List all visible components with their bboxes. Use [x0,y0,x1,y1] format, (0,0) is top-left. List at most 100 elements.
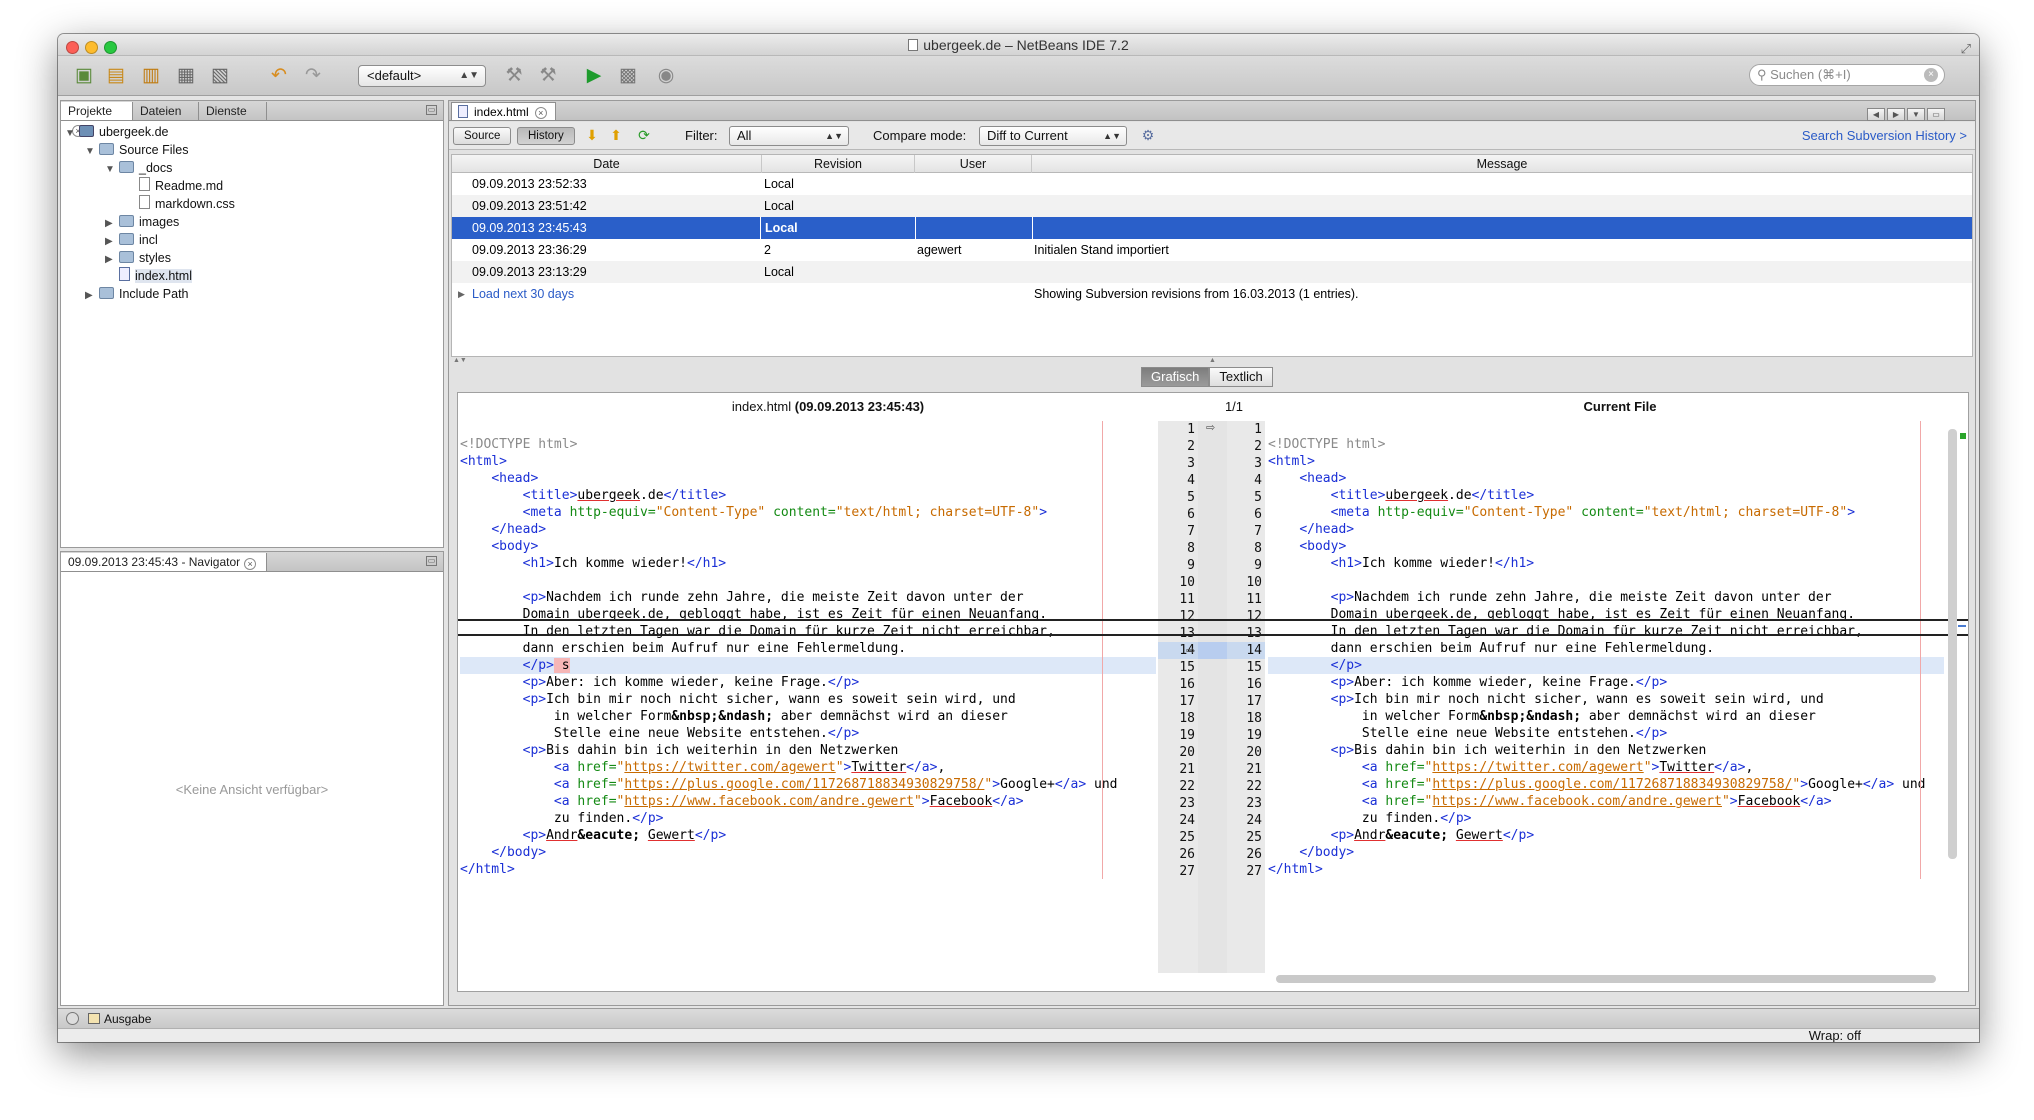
change-stripe-marker[interactable] [1958,625,1966,627]
tree-item-incl[interactable]: ▶ incl [105,231,158,249]
diff-options-icon[interactable]: ⚙ [1139,126,1157,144]
next-difference-icon[interactable]: ⬆ [607,126,625,144]
splitter-grip-icon[interactable]: ▲ [1209,357,1216,364]
horizontal-scrollbar[interactable] [1276,975,1936,983]
folder-icon [119,233,134,245]
left-code-pane[interactable]: <!DOCTYPE html> <html> <head> <title>uber… [460,421,1156,881]
refresh-icon[interactable]: ⟳ [635,126,653,144]
chevron-updown-icon: ▲▼ [1103,131,1121,141]
clear-search-icon[interactable]: × [1924,68,1938,82]
save-all-icon[interactable]: ▧ [208,64,232,88]
tree-item-index-html[interactable]: index.html [117,267,192,285]
tab-navigator[interactable]: 09.09.2013 23:45:43 - Navigator × [61,553,267,571]
folder-icon [99,143,114,155]
previous-difference-icon[interactable]: ⬇ [583,126,601,144]
debug-icon[interactable]: ▩ [616,64,640,88]
merge-arrow-icon[interactable]: ⇨ [1186,644,1195,657]
tab-dateien[interactable]: Dateien [133,102,199,120]
open-project-icon[interactable]: ▥ [139,64,163,88]
output-label: Ausgabe [104,1012,152,1026]
compare-mode-select[interactable]: Diff to Current ▲▼ [979,126,1127,146]
clean-build-icon[interactable]: ⚒ [536,64,560,88]
splitter-arrows-icon[interactable]: ▲▼ [453,357,467,364]
history-row[interactable]: 09.09.2013 23:51:42 Local [452,195,1972,217]
history-row-selected[interactable]: 09.09.2013 23:45:43 Local [452,217,1972,239]
tab-index-html[interactable]: index.html × [451,102,556,120]
run-icon[interactable]: ▶ [582,64,606,88]
collapsed-icon[interactable]: ▶ [85,287,97,305]
expanded-icon[interactable]: ▼ [65,125,77,143]
history-row[interactable]: 09.09.2013 23:36:29 2 agewert Initialen … [452,239,1972,261]
tree-item-images[interactable]: ▶ images [105,213,179,231]
column-header-date[interactable]: Date [452,155,762,173]
expanded-icon[interactable]: ▼ [85,143,97,161]
search-input[interactable]: ⚲ Suchen (⌘+I) × [1749,64,1945,86]
output-tab[interactable]: Ausgabe [88,1010,151,1028]
tab-label: Dienste [206,104,247,118]
output-window-icon [88,1013,100,1024]
scroll-tabs-left-icon[interactable]: ◀ [1867,108,1885,121]
column-header-revision[interactable]: Revision [762,155,915,173]
change-marker [1198,642,1227,659]
tab-label: 09.09.2013 23:45:43 - Navigator [68,555,241,569]
save-icon[interactable]: ▦ [174,64,198,88]
right-code-pane[interactable]: <!DOCTYPE html> <html> <head> <title>uber… [1268,421,1944,881]
history-row[interactable]: 09.09.2013 23:52:33 Local [452,173,1972,195]
collapsed-icon[interactable]: ▶ [105,251,117,269]
configuration-select[interactable]: <default> ▲▼ [358,65,486,87]
diff-counter: 1/1 [1224,399,1244,414]
tree-item-docs[interactable]: ▼ _docs [105,159,172,177]
new-project-icon[interactable]: ▤ [104,64,128,88]
tree-item-markdown-css[interactable]: markdown.css [137,195,235,213]
column-header-message[interactable]: Message [1032,155,1972,173]
history-table: Date Revision User Message 09.09.2013 23… [451,154,1973,357]
build-hammer-icon[interactable]: ⚒ [502,64,526,88]
minimize-window-button[interactable] [85,41,98,54]
maximize-icon[interactable]: ▭ [1927,108,1945,121]
redo-icon[interactable]: ↷ [301,64,325,88]
history-row[interactable]: 09.09.2013 23:13:29 Local [452,261,1972,283]
filter-select[interactable]: All ▲▼ [729,126,849,146]
tree-item-source-files[interactable]: ▼ Source Files [85,141,188,159]
minimize-panel-icon[interactable]: ▭ [426,556,437,566]
vertical-scrollbar[interactable] [1948,429,1957,859]
cell-date: 09.09.2013 23:36:29 [472,243,587,257]
close-window-button[interactable] [66,41,79,54]
minimize-panel-icon[interactable]: ▭ [426,105,437,115]
undo-icon[interactable]: ↶ [267,64,291,88]
column-header-user[interactable]: User [915,155,1032,173]
profile-icon[interactable]: ◉ [654,64,678,88]
source-button[interactable]: Source [453,127,512,145]
tree-item-include-path[interactable]: ▶ Include Path [85,285,189,303]
tree-item-project[interactable]: ▼ ubergeek.de [65,123,169,141]
expanded-icon[interactable]: ▼ [105,161,117,179]
right-margin-line [1102,421,1103,879]
tab-projekte[interactable]: Projekte× [61,102,133,137]
tree-label: images [139,215,180,229]
tab-dienste[interactable]: Dienste [199,102,267,120]
cell-date: 09.09.2013 23:45:43 [472,221,587,235]
tab-list-icon[interactable]: ▼ [1907,108,1925,121]
search-subversion-history-link[interactable]: Search Subversion History > [1802,128,1967,143]
textlich-button[interactable]: Textlich [1209,367,1273,387]
history-row-load-more[interactable]: ▶ Load next 30 days Showing Subversion r… [452,283,1972,305]
tree-item-styles[interactable]: ▶ styles [105,249,171,267]
tree-label: ubergeek.de [99,125,169,139]
diff-view: index.html (09.09.2013 23:45:43) 1/1 Cur… [457,392,1969,992]
load-next-30-days-link[interactable]: Load next 30 days [472,283,574,305]
history-diff-splitter[interactable]: ▲▼ ▲ [449,357,1975,367]
close-tab-icon[interactable]: × [534,107,547,119]
chevron-updown-icon: ▲▼ [825,131,843,141]
close-tab-icon[interactable]: × [244,558,257,570]
status-icon[interactable] [66,1012,79,1025]
scroll-tabs-right-icon[interactable]: ▶ [1887,108,1905,121]
history-button[interactable]: History [517,127,575,145]
main-toolbar: ▣ ▤ ▥ ▦ ▧ ↶ ↷ <default> ▲▼ ⚒ ⚒ ▶ ▩ ◉ ⚲ Su… [58,56,1979,96]
merge-arrow-icon[interactable]: ⇨ [1206,421,1215,434]
right-margin-line [1920,421,1921,879]
new-file-icon[interactable]: ▣ [72,64,96,88]
tree-item-readme[interactable]: Readme.md [137,177,223,195]
zoom-window-button[interactable] [104,41,117,54]
grafisch-button[interactable]: Grafisch [1141,367,1210,387]
diff-view-toggle: Grafisch Textlich [1141,367,1273,387]
